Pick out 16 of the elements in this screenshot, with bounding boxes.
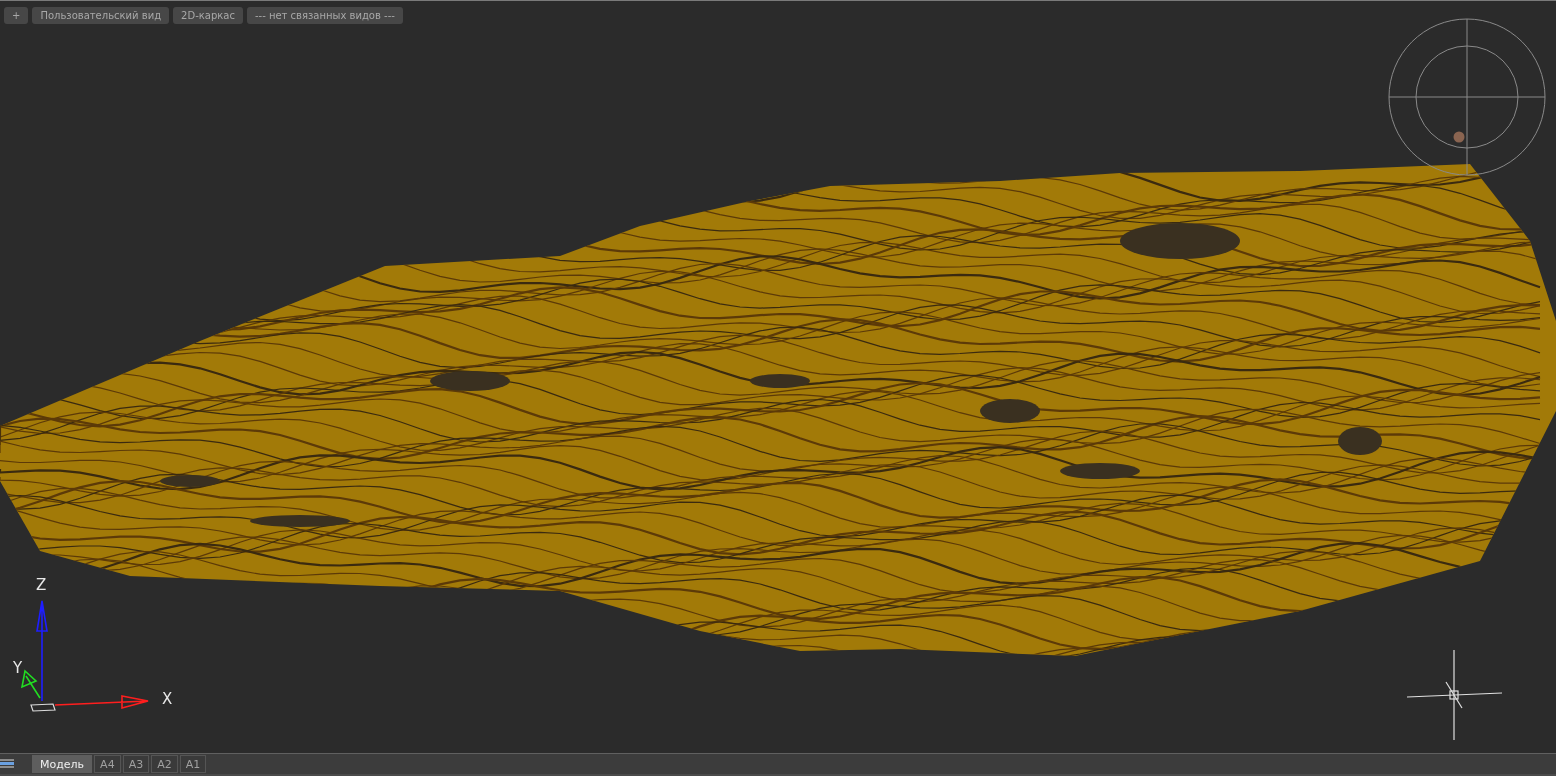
viewport-control[interactable]: Пользовательский вид <box>32 7 170 24</box>
y-axis-arrow <box>21 669 41 699</box>
viewport-control[interactable]: 2D-каркас <box>173 7 243 24</box>
layout-tab[interactable]: A2 <box>151 755 178 773</box>
layout-tab[interactable]: A1 <box>179 755 207 773</box>
axis-label: Z <box>36 577 47 593</box>
menu-icon[interactable] <box>0 758 14 770</box>
layout-tab[interactable]: Модель <box>32 755 93 773</box>
axis-label: Y <box>13 660 23 676</box>
ucs-origin-icon <box>30 703 56 712</box>
viewport-control[interactable]: --- нет связанных видов --- <box>246 7 403 24</box>
layout-tab[interactable]: A3 <box>122 755 150 773</box>
layout-tab[interactable]: A4 <box>94 755 121 773</box>
axis-label: X <box>162 691 173 707</box>
navigation-wheel[interactable] <box>1388 18 1546 176</box>
viewport-control[interactable]: + <box>4 7 29 24</box>
